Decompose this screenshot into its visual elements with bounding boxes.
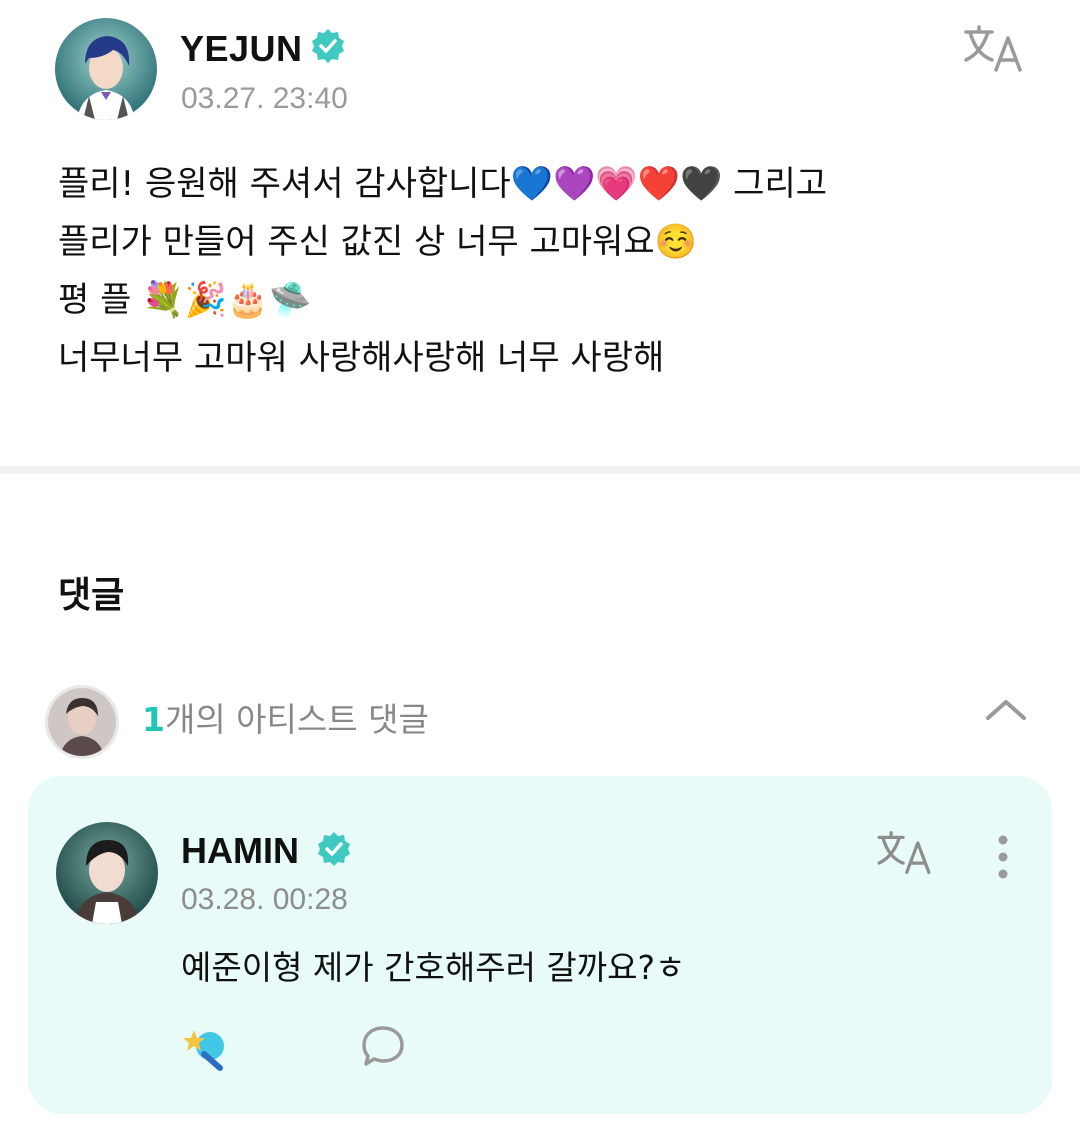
- cheer-lightstick-icon[interactable]: [180, 1024, 234, 1072]
- post-author-avatar[interactable]: [55, 18, 157, 120]
- more-vertical-icon[interactable]: [990, 832, 1016, 882]
- chevron-up-icon[interactable]: [982, 692, 1030, 726]
- post: YEJUN 03.27. 23:40 플리! 응원해 주셔서 감사합니다💙💜💗❤…: [0, 0, 1080, 470]
- comment-text: 예준이형 제가 간호해주러 갈까요?ㅎ: [181, 948, 686, 987]
- artist-comment-count-number: 1: [142, 700, 165, 739]
- section-divider: [0, 466, 1080, 474]
- artist-comment-avatar[interactable]: [45, 685, 119, 759]
- post-body-line: 평 플 💐🎉🎂🛸: [58, 280, 312, 320]
- artist-comment-count[interactable]: 1개의 아티스트 댓글: [142, 693, 429, 741]
- comments-heading: 댓글: [58, 575, 125, 616]
- post-body-line: 너무너무 고마워 사랑해사랑해 너무 사랑해: [58, 338, 665, 378]
- post-author-name[interactable]: YEJUN: [180, 28, 303, 70]
- translate-icon[interactable]: [962, 24, 1024, 74]
- verified-badge-icon: [318, 832, 350, 866]
- artist-comment-count-label: 개의 아티스트 댓글: [164, 700, 429, 739]
- translate-icon[interactable]: [874, 830, 934, 876]
- comment-timestamp: 03.28. 00:28: [181, 883, 348, 916]
- post-body-line: 플리! 응원해 주셔서 감사합니다💙💜💗❤️🖤 그리고: [58, 164, 828, 204]
- verified-badge-icon: [312, 29, 344, 63]
- post-timestamp: 03.27. 23:40: [181, 82, 348, 115]
- post-body-line: 플리가 만들어 주신 값진 상 너무 고마워요☺️: [58, 222, 697, 262]
- comment-author-name[interactable]: HAMIN: [181, 830, 299, 872]
- comment-author-avatar[interactable]: [56, 822, 158, 924]
- speech-bubble-icon[interactable]: [360, 1024, 406, 1068]
- post-body: 플리! 응원해 주셔서 감사합니다💙💜💗❤️🖤 그리고 플리가 만들어 주신 값…: [58, 155, 1038, 387]
